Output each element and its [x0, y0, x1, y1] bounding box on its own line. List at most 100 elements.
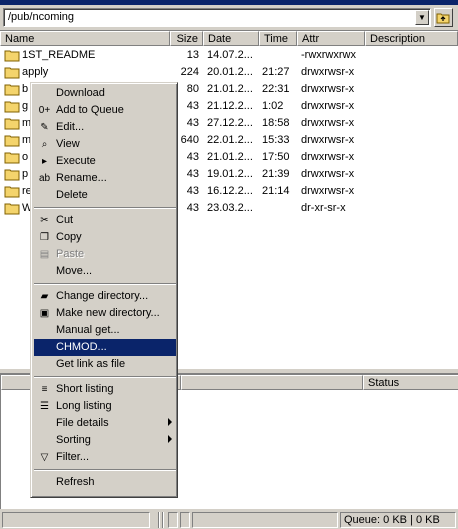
menu-item-label: Edit...	[56, 121, 85, 133]
path-bar: /pub/ncoming ▼	[0, 5, 458, 30]
folder-icon	[4, 186, 20, 198]
menu-item-long-listing[interactable]: ☰ Long listing	[34, 398, 176, 415]
status-cell-1	[2, 512, 150, 528]
file-attr: drwxrwsr-x	[301, 100, 355, 112]
menu-item-filter[interactable]: ▽ Filter...	[34, 449, 176, 466]
context-menu: Download 0+ Add to Queue ✎ Edit... ⌕ View ▸ Exec…	[30, 82, 178, 498]
filter-icon: ▽	[40, 452, 49, 463]
folder-icon	[4, 135, 20, 147]
path-combobox[interactable]: /pub/ncoming ▼	[3, 8, 431, 27]
submenu-arrow-icon	[168, 418, 172, 426]
menu-item-sorting[interactable]: Sorting	[34, 432, 176, 449]
menu-item-copy[interactable]: ❐ Copy	[34, 229, 176, 246]
file-attr: drwxrwsr-x	[301, 117, 355, 129]
file-attr: drwxrwsr-x	[301, 151, 355, 163]
queue-column-status[interactable]: Status	[363, 375, 458, 390]
file-row[interactable]: apply 224 20.01.2... 21:27 drwxrwsr-x	[0, 64, 458, 81]
column-header-time[interactable]: Time	[259, 31, 297, 46]
folder-icon	[4, 67, 20, 79]
file-attr: drwxrwsr-x	[301, 168, 355, 180]
menu-item-chmod[interactable]: CHMOD...	[34, 339, 176, 356]
file-attr: -rwxrwxrwx	[301, 49, 356, 61]
file-time: 15:33	[262, 134, 290, 146]
combo-dropdown-button[interactable]: ▼	[415, 10, 429, 25]
folder-icon	[4, 50, 20, 62]
run-icon: ▸	[41, 156, 48, 167]
menu-item-label: View	[56, 138, 80, 150]
menu-item-get-link-as-file[interactable]: Get link as file	[34, 356, 176, 373]
file-date: 20.01.2...	[207, 66, 253, 78]
menu-item-label: File details	[56, 417, 109, 429]
file-attr: drwxrwsr-x	[301, 185, 355, 197]
menu-item-label: Long listing	[56, 400, 112, 412]
menu-separator	[34, 283, 176, 285]
menu-item-view[interactable]: ⌕ View	[34, 136, 176, 153]
file-date: 21.01.2...	[207, 151, 253, 163]
menu-item-delete[interactable]: Delete	[34, 187, 176, 204]
column-header-name[interactable]: Name	[0, 31, 170, 46]
menu-item-label: Rename...	[56, 172, 107, 184]
column-header-attr[interactable]: Attr	[297, 31, 365, 46]
queue-column-2[interactable]	[181, 375, 363, 390]
menu-separator	[34, 376, 176, 378]
copy-icon: ❐	[40, 232, 49, 243]
menu-separator	[34, 469, 176, 471]
menu-item-label: Sorting	[56, 434, 91, 446]
folder-icon	[4, 169, 20, 181]
folder-icon	[4, 118, 20, 130]
column-header-date[interactable]: Date	[203, 31, 259, 46]
file-time: 18:58	[262, 117, 290, 129]
column-header-size[interactable]: Size	[170, 31, 203, 46]
file-attr: drwxrwsr-x	[301, 83, 355, 95]
file-size: 224	[180, 66, 199, 78]
paste-icon: ▤	[39, 249, 50, 260]
file-time: 17:50	[262, 151, 290, 163]
status-cell-3	[180, 512, 190, 528]
status-grip	[158, 512, 160, 528]
menu-item-execute[interactable]: ▸ Execute	[34, 153, 176, 170]
file-attr: drwxrwsr-x	[301, 66, 355, 78]
menu-item-change-directory[interactable]: ▰ Change directory...	[34, 288, 176, 305]
new-folder-icon: ▣	[39, 308, 50, 319]
menu-item-label: Make new directory...	[56, 307, 160, 319]
menu-item-edit[interactable]: ✎ Edit...	[34, 119, 176, 136]
menu-item-move[interactable]: Move...	[34, 263, 176, 280]
path-text[interactable]: /pub/ncoming	[8, 11, 74, 23]
file-list-header: Name Size Date Time Attr Description	[0, 31, 458, 46]
parent-directory-button[interactable]	[434, 8, 453, 27]
menu-item-short-listing[interactable]: ≡ Short listing	[34, 381, 176, 398]
menu-item-cut[interactable]: ✂ Cut	[34, 212, 176, 229]
file-date: 16.12.2...	[207, 185, 253, 197]
status-grip	[162, 512, 164, 528]
file-row[interactable]: 1ST_README 13 14.07.2... -rwxrwxrwx	[0, 47, 458, 64]
edit-icon: ✎	[40, 122, 49, 133]
menu-item-refresh[interactable]: Refresh	[34, 474, 176, 491]
chevron-down-icon: ▼	[418, 13, 426, 22]
file-date: 27.12.2...	[207, 117, 253, 129]
file-size: 13	[186, 49, 199, 61]
menu-item-label: Refresh	[56, 476, 95, 488]
menu-item-label: Manual get...	[56, 324, 120, 336]
menu-item-add-to-queue[interactable]: 0+ Add to Queue	[34, 102, 176, 119]
menu-item-file-details[interactable]: File details	[34, 415, 176, 432]
short-list-icon: ≡	[41, 384, 48, 395]
file-time: 1:02	[262, 100, 284, 112]
file-time: 22:31	[262, 83, 290, 95]
menu-item-rename[interactable]: ab Rename...	[34, 170, 176, 187]
folder-icon	[4, 203, 20, 215]
menu-item-label: Cut	[56, 214, 74, 226]
menu-item-label: Delete	[56, 189, 88, 201]
menu-item-download[interactable]: Download	[34, 85, 176, 102]
menu-item-label: Add to Queue	[56, 104, 124, 116]
menu-item-label: Execute	[56, 155, 96, 167]
menu-item-manual-get[interactable]: Manual get...	[34, 322, 176, 339]
file-date: 19.01.2...	[207, 168, 253, 180]
menu-item-make-new-directory[interactable]: ▣ Make new directory...	[34, 305, 176, 322]
magnifier-icon: ⌕	[41, 139, 48, 150]
folder-icon	[4, 101, 20, 113]
menu-item-paste[interactable]: ▤ Paste	[34, 246, 176, 263]
menu-item-label: Filter...	[56, 451, 90, 463]
menu-item-label: Move...	[56, 265, 93, 277]
column-header-description[interactable]: Description	[365, 31, 458, 46]
file-date: 14.07.2...	[207, 49, 253, 61]
